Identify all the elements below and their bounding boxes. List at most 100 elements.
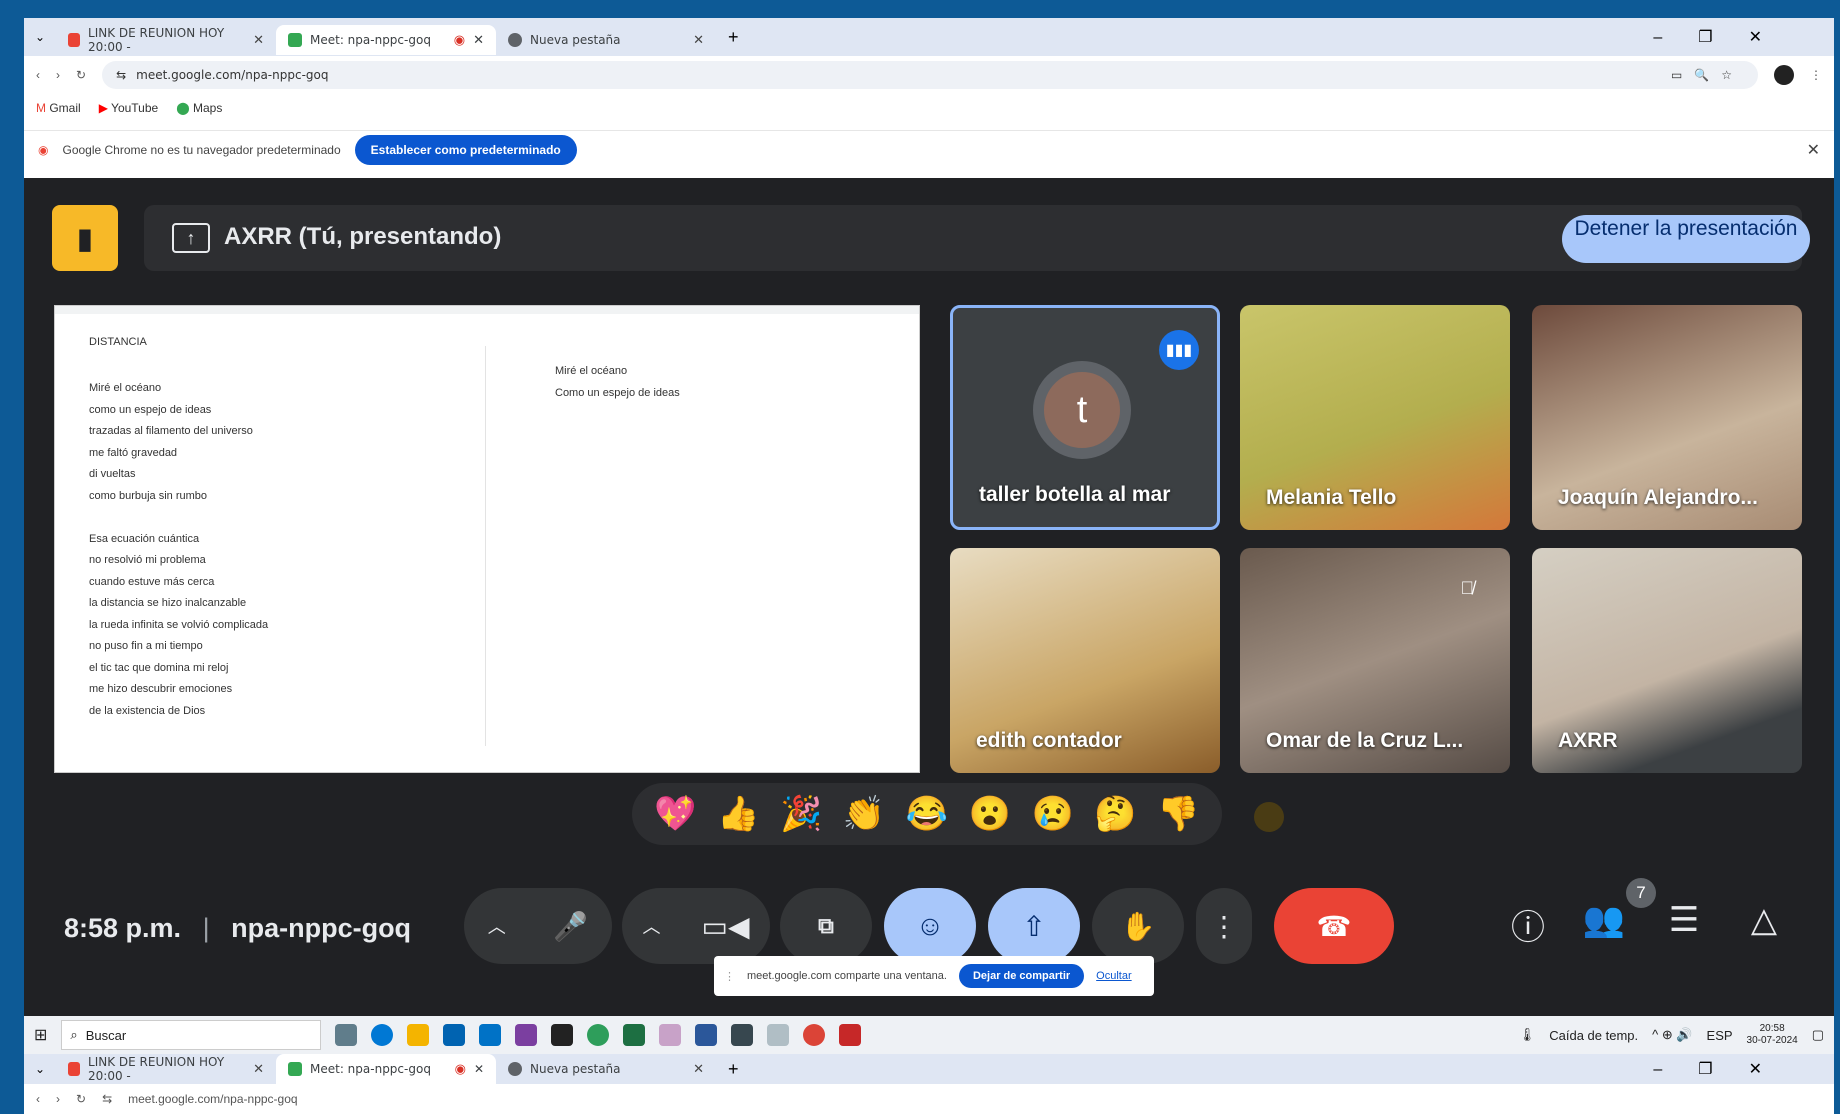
file-explorer-icon[interactable]	[407, 1024, 430, 1046]
tab-search-icon[interactable]: ⌄	[24, 30, 56, 44]
tab-meet[interactable]: Meet: npa-nppc-goq ◉ ✕	[276, 1054, 496, 1084]
bookmark-youtube[interactable]: ▶ YouTube	[99, 101, 159, 115]
forward-icon[interactable]: ›	[56, 1092, 60, 1106]
tab-new[interactable]: Nueva pestaña ✕	[496, 25, 716, 55]
close-icon[interactable]: ✕	[473, 33, 484, 48]
tab-new[interactable]: Nueva pestaña ✕	[496, 1054, 716, 1084]
site-info-icon[interactable]: ⇆	[102, 1092, 112, 1106]
chrome-icon[interactable]	[803, 1024, 826, 1046]
excel-icon[interactable]	[623, 1024, 646, 1046]
raise-hand-button[interactable]: ✋	[1092, 888, 1184, 964]
microphone-icon[interactable]: 🎤	[553, 910, 588, 943]
participant-tile[interactable]: 🎙̸ Omar de la Cruz L...	[1240, 548, 1510, 773]
app-icon[interactable]	[515, 1024, 538, 1046]
stop-presenting-button[interactable]: Detener la presentación	[1562, 215, 1810, 263]
back-icon[interactable]: ‹	[36, 68, 40, 82]
activities-button[interactable]: △	[1736, 900, 1792, 940]
back-icon[interactable]: ‹	[36, 1092, 40, 1106]
hand-icon: ✋	[1120, 910, 1156, 942]
new-tab-icon[interactable]: +	[728, 1059, 739, 1080]
reload-icon[interactable]: ↻	[76, 1092, 86, 1106]
drag-handle-icon[interactable]: ⋮	[724, 970, 735, 983]
weather-text[interactable]: Caída de temp.	[1549, 1028, 1638, 1043]
word-icon[interactable]	[695, 1024, 718, 1046]
profile-avatar[interactable]	[1774, 65, 1794, 85]
store-icon[interactable]	[443, 1024, 466, 1046]
reaction-party[interactable]: 🎉	[780, 794, 822, 834]
reactions-button[interactable]: ☺	[884, 888, 976, 964]
chevron-up-icon[interactable]: ︿	[643, 913, 661, 939]
bookmark-gmail[interactable]: M Gmail	[36, 101, 81, 115]
end-call-button[interactable]: ☎	[1274, 888, 1394, 964]
reaction-laugh[interactable]: 😂	[906, 794, 948, 834]
site-info-icon[interactable]: ⇆	[116, 68, 126, 82]
mail-icon[interactable]	[479, 1024, 502, 1046]
participant-tile[interactable]: t ▮▮▮ taller botella al mar	[950, 305, 1220, 530]
doc-line: me hizo descubrir emociones	[89, 683, 233, 695]
dropbox-icon[interactable]	[551, 1024, 574, 1046]
tray-icons[interactable]: ^ ⊕ 🔊	[1652, 1027, 1692, 1043]
taskbar-search[interactable]: ⌕ Buscar	[61, 1020, 322, 1050]
bookmark-maps[interactable]: ⬤ Maps	[176, 101, 222, 115]
language-indicator[interactable]: ESP	[1707, 1028, 1733, 1043]
window-controls[interactable]: –❐✕	[1653, 27, 1798, 47]
close-icon[interactable]: ✕	[693, 33, 704, 48]
skin-tone-button[interactable]	[1254, 802, 1284, 832]
windows-start-icon[interactable]: ⊞	[34, 1025, 47, 1045]
notification-icon[interactable]: ▢	[1812, 1027, 1824, 1043]
menu-icon[interactable]: ⋮	[1810, 68, 1822, 82]
participant-name: edith contador	[976, 729, 1122, 752]
address-actions[interactable]: ▭🔍☆	[1671, 68, 1744, 82]
window-controls[interactable]: –❐✕	[1653, 1059, 1798, 1079]
chevron-up-icon[interactable]: ︿	[488, 913, 506, 939]
tab-gmail[interactable]: LINK DE REUNION HOY 20:00 - ✕	[56, 25, 276, 55]
calculator-icon[interactable]	[731, 1024, 754, 1046]
new-tab-icon[interactable]: +	[728, 27, 739, 48]
tab-gmail[interactable]: LINK DE REUNION HOY 20:00 - ✕	[56, 1054, 276, 1084]
url-text[interactable]: meet.google.com/npa-nppc-goq	[128, 1092, 297, 1106]
url-field[interactable]: ⇆ meet.google.com/npa-nppc-goq ▭🔍☆	[102, 61, 1758, 89]
app-icon[interactable]	[587, 1024, 610, 1046]
reaction-surprised[interactable]: 😮	[969, 794, 1011, 834]
participant-tile[interactable]: Joaquín Alejandro...	[1532, 305, 1802, 530]
captions-button[interactable]: ⧉	[780, 888, 872, 964]
reaction-clap[interactable]: 👏	[843, 794, 885, 834]
doc-divider	[485, 346, 486, 746]
reload-icon[interactable]: ↻	[76, 68, 86, 82]
app-icon[interactable]	[767, 1024, 790, 1046]
tab-search-icon[interactable]: ⌄	[24, 1062, 56, 1076]
participant-name: Melania Tello	[1266, 486, 1397, 509]
forward-icon[interactable]: ›	[56, 68, 60, 82]
reaction-thumbs-down[interactable]: 👎	[1157, 794, 1199, 834]
participant-tile[interactable]: edith contador	[950, 548, 1220, 773]
present-button[interactable]: ⇧	[988, 888, 1080, 964]
participant-tile[interactable]: AXRR	[1532, 548, 1802, 773]
taskbar-clock[interactable]: 20:58 30-07-2024	[1747, 1023, 1798, 1047]
reaction-sad[interactable]: 😢	[1032, 794, 1074, 834]
close-icon[interactable]: ✕	[693, 1062, 704, 1077]
reaction-thumbs-up[interactable]: 👍	[717, 794, 759, 834]
mcafee-icon[interactable]	[839, 1024, 862, 1046]
reaction-thinking[interactable]: 🤔	[1094, 794, 1136, 834]
close-icon[interactable]: ✕	[253, 1062, 264, 1077]
chat-button[interactable]: ☰	[1656, 900, 1712, 940]
stop-sharing-button[interactable]: Dejar de compartir	[958, 964, 1085, 988]
reaction-heart[interactable]: 💖	[654, 794, 696, 834]
camera-icon[interactable]: ▭◀	[702, 910, 750, 943]
doc-line: no puso fin a mi tiempo	[89, 640, 203, 652]
hide-link[interactable]: Ocultar	[1096, 970, 1131, 982]
participant-tile[interactable]: Melania Tello	[1240, 305, 1510, 530]
weather-icon: 🌡	[1518, 1027, 1536, 1042]
task-view-icon[interactable]	[335, 1024, 358, 1046]
doc-toolbar	[55, 306, 919, 314]
set-default-button[interactable]: Establecer como predeterminado	[354, 134, 577, 165]
tab-meet[interactable]: Meet: npa-nppc-goq ◉ ✕	[276, 25, 496, 55]
close-icon[interactable]: ✕	[253, 33, 264, 48]
close-icon[interactable]: ✕	[474, 1062, 484, 1076]
close-icon[interactable]: ✕	[1807, 140, 1820, 160]
people-button[interactable]: 👥	[1576, 900, 1632, 940]
app-icon[interactable]	[659, 1024, 682, 1046]
more-options-button[interactable]: ⋮	[1196, 888, 1252, 964]
edge-icon[interactable]	[371, 1024, 394, 1046]
meeting-details-button[interactable]: ⓘ	[1500, 900, 1556, 949]
